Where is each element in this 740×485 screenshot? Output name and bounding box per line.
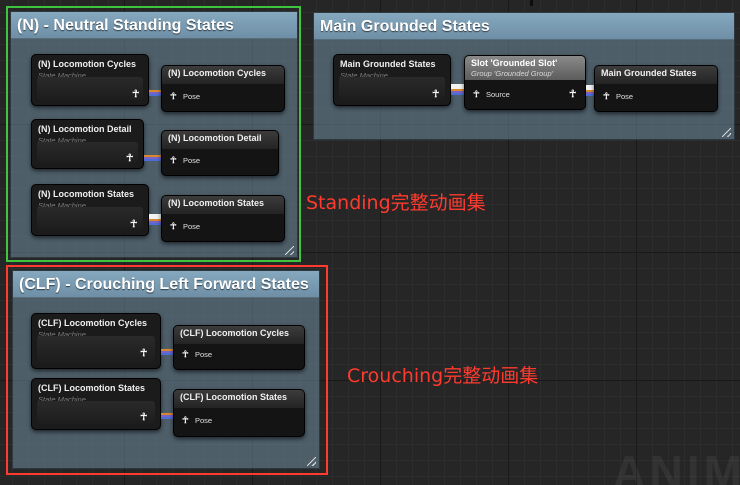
output-pose-node[interactable]: (N) Locomotion Detail ☥ Pose bbox=[161, 130, 279, 176]
pose-person-icon: ☥ bbox=[170, 221, 177, 231]
state-machine-node[interactable]: (N) Locomotion States State Machine ☥ bbox=[31, 184, 149, 236]
pose-person-icon: ☥ bbox=[473, 89, 480, 99]
output-pose-node[interactable]: (CLF) Locomotion Cycles ☥ Pose bbox=[173, 325, 305, 370]
output-pose-node[interactable]: (N) Locomotion Cycles ☥ Pose bbox=[161, 65, 285, 112]
comment-title[interactable]: Main Grounded States bbox=[314, 13, 734, 40]
pose-wire bbox=[144, 155, 162, 164]
node-title: Main Grounded States bbox=[340, 59, 436, 69]
node-title: (CLF) Locomotion States bbox=[38, 383, 145, 393]
pose-person-icon: ☥ bbox=[170, 155, 177, 165]
state-machine-preview bbox=[37, 77, 143, 100]
node-title: (N) Locomotion States bbox=[38, 189, 134, 199]
state-machine-preview bbox=[37, 336, 155, 363]
graph-type-watermark: ANIM bbox=[612, 446, 740, 485]
state-machine-node[interactable]: (N) Locomotion Cycles State Machine ☥ bbox=[31, 54, 149, 106]
pose-output-pin-icon[interactable]: ☥ bbox=[432, 90, 439, 100]
pose-output-pin-icon[interactable]: ☥ bbox=[569, 90, 576, 100]
state-machine-preview bbox=[37, 142, 138, 163]
state-machine-preview bbox=[37, 401, 155, 424]
annotation-standing: Standing完整动画集 bbox=[306, 192, 486, 214]
node-header: Slot 'Grounded Slot' Group 'Grounded Gro… bbox=[465, 56, 585, 80]
pose-person-icon: ☥ bbox=[603, 91, 610, 101]
node-header: (N) Locomotion States bbox=[162, 196, 284, 214]
state-machine-preview bbox=[37, 207, 143, 230]
pin-label: Pose bbox=[183, 92, 201, 101]
pose-person-icon: ☥ bbox=[182, 415, 189, 425]
pose-output-pin-icon[interactable]: ☥ bbox=[140, 413, 147, 423]
pose-input-pin[interactable]: ☥ Pose bbox=[603, 91, 634, 102]
pose-output-pin-icon[interactable]: ☥ bbox=[132, 90, 139, 100]
pose-output-pin-icon[interactable]: ☥ bbox=[140, 349, 147, 359]
node-header: (N) Locomotion Detail bbox=[162, 131, 278, 149]
node-header: (N) Locomotion Cycles bbox=[162, 66, 284, 84]
pose-input-pin[interactable]: ☥ Pose bbox=[170, 91, 201, 102]
pose-person-icon: ☥ bbox=[170, 91, 177, 101]
pin-label: Pose bbox=[195, 416, 213, 425]
state-machine-preview bbox=[339, 77, 445, 100]
slot-node[interactable]: Slot 'Grounded Slot' Group 'Grounded Gro… bbox=[464, 55, 586, 110]
pin-label: Source bbox=[486, 90, 510, 99]
output-pose-node[interactable]: Main Grounded States ☥ Pose bbox=[594, 65, 718, 112]
pose-input-pin[interactable]: ☥ Pose bbox=[170, 155, 201, 166]
offscreen-wire bbox=[530, 0, 533, 6]
pin-label: Pose bbox=[616, 92, 634, 101]
state-machine-node[interactable]: (CLF) Locomotion States State Machine ☥ bbox=[31, 378, 161, 430]
node-title: Slot 'Grounded Slot' bbox=[471, 58, 558, 68]
pose-person-icon: ☥ bbox=[182, 349, 189, 359]
pose-input-pin[interactable]: ☥ Pose bbox=[170, 221, 201, 232]
pin-label: Pose bbox=[183, 222, 201, 231]
pose-output-pin-icon[interactable]: ☥ bbox=[130, 220, 137, 230]
comment-title[interactable]: (N) - Neutral Standing States bbox=[11, 12, 297, 39]
node-title: (CLF) Locomotion Cycles bbox=[38, 318, 148, 328]
state-machine-node[interactable]: (N) Locomotion Detail State Machine ☥ bbox=[31, 119, 144, 169]
state-machine-node[interactable]: (CLF) Locomotion Cycles State Machine ☥ bbox=[31, 313, 161, 369]
source-input-pin[interactable]: ☥ Source bbox=[473, 89, 510, 100]
resize-grip-icon[interactable] bbox=[285, 246, 294, 255]
node-title: (N) Locomotion Detail bbox=[38, 124, 132, 134]
pin-label: Pose bbox=[183, 156, 201, 165]
comment-title[interactable]: (CLF) - Crouching Left Forward States bbox=[13, 271, 319, 298]
output-pose-node[interactable]: (CLF) Locomotion States ☥ Pose bbox=[173, 389, 305, 437]
pose-input-pin[interactable]: ☥ Pose bbox=[182, 349, 213, 360]
annotation-crouching: Crouching完整动画集 bbox=[347, 365, 539, 387]
resize-grip-icon[interactable] bbox=[722, 128, 731, 137]
node-subtitle: Group 'Grounded Group' bbox=[471, 69, 554, 78]
pin-label: Pose bbox=[195, 350, 213, 359]
output-pose-node[interactable]: (N) Locomotion States ☥ Pose bbox=[161, 195, 285, 242]
state-machine-node[interactable]: Main Grounded States State Machine ☥ bbox=[333, 54, 451, 106]
pose-input-pin[interactable]: ☥ Pose bbox=[182, 415, 213, 426]
pose-output-pin-icon[interactable]: ☥ bbox=[126, 154, 133, 164]
pose-wire bbox=[451, 84, 465, 98]
node-header: (CLF) Locomotion Cycles bbox=[174, 326, 304, 344]
node-title: (N) Locomotion Cycles bbox=[38, 59, 137, 69]
node-header: Main Grounded States bbox=[595, 66, 717, 84]
node-header: (CLF) Locomotion States bbox=[174, 390, 304, 408]
resize-grip-icon[interactable] bbox=[307, 457, 316, 466]
